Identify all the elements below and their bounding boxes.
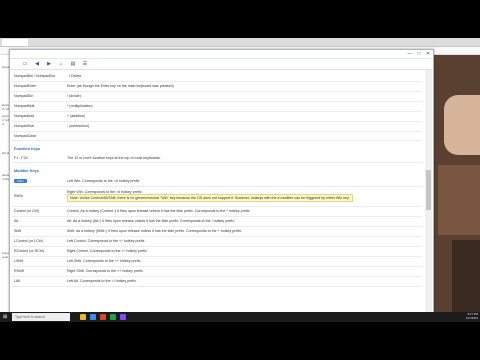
key-desc: Shift. As a hotkey (Shift::) it fires up… [65,226,422,237]
section-title: Function Keys [14,146,41,151]
key-desc: Left Shift. Corresponds to the <+ hotkey… [65,256,422,267]
table-row: NumpadDel / NumpadDot. / Delete [12,72,422,82]
key-desc: Enter (as though the Enter key on the ma… [65,81,422,92]
table-row: RWin Right Win. Corresponds to the ># hot… [12,186,422,207]
help-window-titlebar: — □ ✕ [10,50,433,59]
table-row: NumpadMult * (multiplication) [12,101,422,112]
key-name: Control (or Ctrl) [12,206,65,217]
desktop-screen: ipboard lacing d / Alt purpose. s" left … [0,38,480,322]
home-icon[interactable]: ⌂ [58,61,64,67]
key-desc: The 12 or more function keys at the top … [65,153,422,163]
table-row: RShift Right Shift. Corresponds to the >+… [12,266,422,277]
clock-date: 11/2/2019 [465,315,478,320]
windows-start-icon[interactable]: ⊞ [3,314,9,320]
table-row: RControl (or RCtrl) Right Control. Corres… [12,246,422,257]
table-row: NumpadClear [12,131,422,141]
help-content: NumpadDel / NumpadDot. / Delete NumpadEn… [10,70,424,313]
webcam-shadow [452,240,480,312]
webcam-overlay [432,55,480,312]
key-name: NumpadEnter [12,81,65,92]
key-desc: Right Win. Corresponds to the ># hotkey … [65,186,422,207]
app-icon[interactable] [120,314,126,320]
left-snippet: onal [2,255,8,259]
options-icon[interactable]: ☰ [82,61,88,67]
browser-tab-bar [0,38,480,47]
key-name: NumpadClear [12,131,65,141]
section-title: Modifier Keys [14,169,39,173]
key-name: NumpadDel / NumpadDot [12,72,65,82]
key-desc: Left Alt. Corresponds to the <! hotkey p… [65,276,422,287]
taskbar-clock[interactable]: 8:27 PM 11/2/2019 [440,312,478,321]
key-desc: . / Delete [65,72,422,82]
app-icon[interactable] [110,314,116,320]
key-desc: - (subtraction) [65,121,422,132]
table-row: LShift Left Shift. Corresponds to the <+ … [12,256,422,267]
back-icon[interactable]: ◀ [34,61,40,67]
key-desc: Left Win. Corresponds to the <# hotkey p… [65,176,422,187]
table-row: Alt Alt. As a hotkey (Alt::) it fires upo… [12,216,422,227]
print-icon[interactable]: ▤ [70,61,76,67]
key-desc: Right Control. Corresponds to the >^ hot… [65,246,422,257]
table-row: Shift Shift. As a hotkey (Shift::) it fir… [12,226,422,237]
key-name: Shift [12,226,65,237]
minimize-button[interactable]: — [406,51,414,57]
help-toolbar: ▭ ◀ ▶ ⌂ ▤ ☰ [10,59,433,70]
key-desc: + (addition) [65,111,422,122]
key-name: NumpadSub [12,121,65,132]
key-name: LAlt [12,276,65,287]
table-row: LAlt Left Alt. Corresponds to the <! hotk… [12,276,422,287]
taskbar: ⊞ Type here to search 8:27 PM 11/2/2019 [0,312,480,322]
key-name: LWin [12,176,65,187]
browser-tab[interactable] [2,39,28,46]
table-row: LWin Left Win. Corresponds to the <# hotk… [12,176,422,187]
key-badge: LWin [14,178,27,183]
key-desc [65,131,422,141]
key-desc: Control. As a hotkey (Control::) it fire… [65,206,422,217]
file-explorer-icon[interactable] [80,314,86,320]
function-keys-table: F1 - F24 The 12 or more function keys at … [12,153,422,163]
key-desc: Left Control. Corresponds to the <^ hotk… [65,236,422,247]
key-desc: Right Shift. Corresponds to the >+ hotke… [65,266,422,277]
video-frame: ipboard lacing d / Alt purpose. s" left … [0,0,480,360]
maximize-button[interactable]: □ [415,51,423,57]
table-row: NumpadEnter Enter (as though the Enter ke… [12,81,422,92]
key-name: LControl (or LCtrl) [12,236,65,247]
key-name: NumpadMult [12,101,65,112]
numpad-table: NumpadDel / NumpadDot. / Delete NumpadEn… [12,72,422,141]
webcam-face [444,95,480,155]
table-row: F1 - F24 The 12 or more function keys at … [12,153,422,163]
table-row: LControl (or LCtrl) Left Control. Corresp… [12,236,422,247]
table-row: NumpadDiv / (divide) [12,91,422,102]
edge-icon[interactable] [90,314,96,320]
key-name: LShift [12,256,65,267]
modifier-keys-table: LWin Left Win. Corresponds to the <# hotk… [12,176,422,287]
key-name: RWin [12,186,65,207]
taskbar-search-input[interactable]: Type here to search [12,313,70,321]
scrollbar-thumb[interactable] [426,170,431,210]
hide-panel-icon[interactable]: ▭ [22,61,28,67]
key-name: NumpadAdd [12,111,65,122]
key-name: Alt [12,216,65,227]
help-window: — □ ✕ ▭ ◀ ▶ ⌂ ▤ ☰ NumpadDel / NumpadDot.… [9,49,434,314]
key-desc: / (divide) [65,91,422,102]
key-name: F1 - F24 [12,153,65,163]
table-row: NumpadSub - (subtraction) [12,121,422,132]
key-desc: Alt. As a hotkey (Alt::) it fires upon r… [65,216,422,227]
note-box: Note: Unlike Control/Alt/Shift, there is… [67,194,353,202]
forward-icon[interactable]: ▶ [46,61,52,67]
key-name: RControl (or RCtrl) [12,246,65,257]
left-snippet: d [2,122,4,126]
close-button[interactable]: ✕ [424,51,432,57]
key-name: NumpadDiv [12,91,65,102]
table-row: Control (or Ctrl) Control. As a hotkey (C… [12,206,422,217]
webcam-body [438,165,480,235]
vertical-scrollbar[interactable] [425,70,432,313]
chrome-icon[interactable] [100,314,106,320]
key-name: RShift [12,266,65,277]
key-desc: * (multiplication) [65,101,422,112]
table-row: NumpadAdd + (addition) [12,111,422,122]
